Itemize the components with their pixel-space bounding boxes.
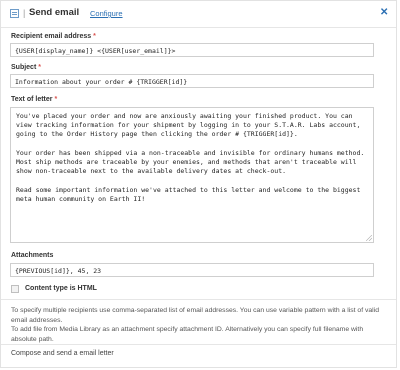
- panel-header: | Send email Configure ✕: [1, 1, 396, 27]
- letter-label-text: Text of letter: [11, 96, 53, 103]
- content-type-html-checkbox[interactable]: [11, 285, 19, 293]
- section-divider: [1, 299, 396, 300]
- letter-label: Text of letter *: [11, 96, 57, 103]
- configure-link[interactable]: Configure: [90, 9, 123, 18]
- email-icon: [10, 9, 19, 18]
- letter-paragraph: You've placed your order and now are anx…: [16, 112, 365, 139]
- content-type-html-label: Content type is HTML: [25, 285, 97, 292]
- action-description: Compose and send a email letter: [11, 350, 114, 357]
- header-separator: |: [23, 8, 26, 18]
- recipient-email-field[interactable]: {USER[display_name]} <{USER[user_email]}…: [10, 43, 374, 57]
- letter-paragraph: Your order has been shipped via a non-tr…: [16, 148, 369, 176]
- required-mark: *: [54, 96, 58, 103]
- subject-field[interactable]: Information about your order # {TRIGGER[…: [10, 74, 374, 88]
- help-text-recipients: To specify multiple recipients use comma…: [11, 307, 379, 324]
- header-divider: [1, 27, 396, 28]
- close-icon[interactable]: ✕: [380, 7, 388, 18]
- help-text-attachments: To add file from Media Library as an att…: [11, 326, 364, 343]
- recipient-label: Recipient email address *: [11, 33, 96, 40]
- subject-label-text: Subject: [11, 64, 37, 71]
- resize-grip-icon[interactable]: [366, 235, 372, 241]
- footer-divider: [1, 344, 396, 345]
- send-email-panel: | Send email Configure ✕ Recipient email…: [0, 0, 397, 368]
- required-mark: *: [38, 64, 41, 71]
- attachments-label: Attachments: [11, 252, 54, 259]
- letter-text-area[interactable]: You've placed your order and now are anx…: [10, 107, 374, 243]
- letter-paragraph: Read some important information we've at…: [16, 185, 365, 203]
- panel-title: Send email: [29, 7, 80, 18]
- subject-label: Subject *: [11, 64, 41, 71]
- attachments-field[interactable]: {PREVIOUS[id]}, 45, 23: [10, 263, 374, 277]
- recipient-label-text: Recipient email address: [11, 33, 92, 40]
- required-mark: *: [93, 33, 96, 40]
